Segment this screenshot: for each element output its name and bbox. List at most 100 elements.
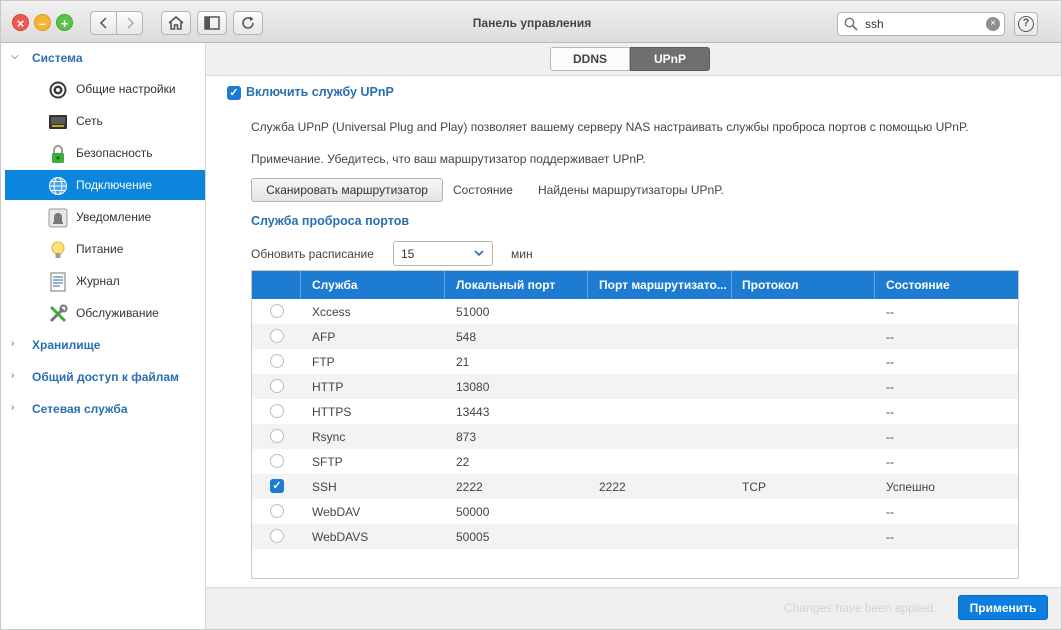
- row-checkbox[interactable]: [270, 504, 284, 518]
- back-button[interactable]: [90, 11, 117, 35]
- col-header-status[interactable]: Состояние: [886, 278, 1014, 292]
- tab-ddns[interactable]: DDNS: [550, 47, 630, 71]
- col-header-service[interactable]: Служба: [312, 278, 440, 292]
- cell-status: --: [886, 430, 894, 444]
- cell-router-port: 2222: [599, 480, 626, 494]
- column-divider: [587, 271, 588, 299]
- cell-service: HTTP: [312, 380, 344, 394]
- enable-upnp-label: Включить службу UPnP: [246, 85, 394, 99]
- sidebar-item-power[interactable]: Питание: [5, 234, 205, 264]
- table-row[interactable]: WebDAV 50000 --: [252, 499, 1018, 524]
- row-checkbox[interactable]: [270, 454, 284, 468]
- enable-upnp-checkbox[interactable]: ✓: [227, 86, 241, 100]
- table-row[interactable]: Rsync 873 --: [252, 424, 1018, 449]
- help-icon: ?: [1018, 16, 1034, 32]
- lock-icon: [52, 145, 64, 163]
- sidebar-item-general-settings[interactable]: Общие настройки: [5, 74, 205, 104]
- chevron-right-icon: [126, 17, 134, 29]
- search-icon: [844, 17, 858, 31]
- sidebar-item-security[interactable]: Безопасность: [5, 138, 205, 168]
- column-divider: [874, 271, 875, 299]
- table-row[interactable]: WebDAVS 50005 --: [252, 524, 1018, 549]
- table-row[interactable]: HTTPS 13443 --: [252, 399, 1018, 424]
- sidebar-group-system[interactable]: ⌵ Система: [1, 44, 205, 72]
- cell-service: AFP: [312, 330, 336, 344]
- minimize-window-icon[interactable]: –: [34, 14, 51, 31]
- scan-router-button[interactable]: Сканировать маршрутизатор: [251, 178, 443, 202]
- clear-search-icon[interactable]: ×: [986, 17, 1000, 31]
- sidebar-item-network[interactable]: Сеть: [5, 106, 205, 136]
- sidebar-item-connection[interactable]: Подключение: [5, 170, 205, 200]
- table-row[interactable]: SFTP 22 --: [252, 449, 1018, 474]
- table-row[interactable]: HTTP 13080 --: [252, 374, 1018, 399]
- cell-local-port: 51000: [456, 305, 490, 319]
- cell-service: Xccess: [312, 305, 351, 319]
- globe-icon: [49, 177, 67, 195]
- upnp-description: Служба UPnP (Universal Plug and Play) по…: [251, 120, 969, 134]
- sidebar-group-file-sharing[interactable]: › Общий доступ к файлам: [1, 363, 205, 391]
- schedule-select[interactable]: 15: [393, 241, 493, 266]
- row-checkbox[interactable]: [270, 329, 284, 343]
- row-checkbox[interactable]: ✓: [270, 479, 284, 493]
- schedule-unit: мин: [511, 247, 533, 261]
- close-window-icon[interactable]: ×: [12, 14, 29, 31]
- sidebar-group-label: Сетевая служба: [32, 402, 128, 416]
- reload-button[interactable]: [233, 11, 263, 35]
- chevron-right-icon: ›: [11, 338, 15, 349]
- footer-bar: Changes have been applied. Применить: [206, 587, 1061, 629]
- toggle-sidebar-button[interactable]: [197, 11, 227, 35]
- cell-service: SSH: [312, 480, 337, 494]
- cell-service: Rsync: [312, 430, 346, 444]
- forward-button[interactable]: [117, 11, 143, 35]
- table-row[interactable]: Xccess 51000 --: [252, 299, 1018, 324]
- cell-local-port: 21: [456, 355, 470, 369]
- sidebar: ⌵ Система Общие настройки Сеть Безопасно…: [1, 43, 206, 629]
- cell-service: FTP: [312, 355, 335, 369]
- table-header: Служба Локальный порт Порт маршрутизато.…: [252, 271, 1018, 299]
- sidebar-group-storage[interactable]: › Хранилище: [1, 331, 205, 359]
- cell-local-port: 13443: [456, 405, 490, 419]
- bulb-icon: [51, 241, 65, 258]
- cell-status: --: [886, 380, 894, 394]
- table-row[interactable]: FTP 21 --: [252, 349, 1018, 374]
- cell-status: --: [886, 330, 894, 344]
- cell-status: --: [886, 505, 894, 519]
- main-panel: DDNS UPnP ✓ Включить службу UPnP Служба …: [206, 43, 1061, 629]
- cell-local-port: 13080: [456, 380, 490, 394]
- row-checkbox[interactable]: [270, 529, 284, 543]
- column-divider: [444, 271, 445, 299]
- sidebar-group-network-service[interactable]: › Сетевая служба: [1, 395, 205, 423]
- sidebar-item-log[interactable]: Журнал: [5, 266, 205, 296]
- cell-local-port: 873: [456, 430, 477, 444]
- row-checkbox[interactable]: [270, 379, 284, 393]
- gear-icon: [49, 81, 67, 99]
- cell-local-port: 50005: [456, 530, 490, 544]
- maximize-window-icon[interactable]: +: [56, 14, 73, 31]
- row-checkbox[interactable]: [270, 304, 284, 318]
- help-button[interactable]: ?: [1014, 12, 1038, 36]
- row-checkbox[interactable]: [270, 429, 284, 443]
- sidebar-item-maintenance[interactable]: Обслуживание: [5, 298, 205, 328]
- row-checkbox[interactable]: [270, 404, 284, 418]
- log-icon: [50, 272, 66, 292]
- cell-service: WebDAV: [312, 505, 361, 519]
- apply-button[interactable]: Применить: [958, 595, 1048, 620]
- cell-local-port: 2222: [456, 480, 483, 494]
- reload-icon: [242, 16, 254, 29]
- chevron-down-icon: [474, 250, 484, 257]
- tab-upnp[interactable]: UPnP: [630, 47, 710, 71]
- col-header-router-port[interactable]: Порт маршрутизато...: [599, 278, 727, 292]
- status-value: Найдены маршрутизаторы UPnP.: [538, 183, 724, 197]
- col-header-local-port[interactable]: Локальный порт: [456, 278, 584, 292]
- column-divider: [300, 271, 301, 299]
- row-checkbox[interactable]: [270, 354, 284, 368]
- cell-status: Успешно: [886, 480, 935, 494]
- search-box[interactable]: ×: [837, 12, 1005, 36]
- chevron-right-icon: ›: [11, 370, 15, 381]
- col-header-protocol[interactable]: Протокол: [742, 278, 870, 292]
- sidebar-item-notification[interactable]: Уведомление: [5, 202, 205, 232]
- table-row[interactable]: ✓ SSH 2222 2222 TCP Успешно: [252, 474, 1018, 499]
- table-row[interactable]: AFP 548 --: [252, 324, 1018, 349]
- home-button[interactable]: [161, 11, 191, 35]
- search-input[interactable]: [865, 16, 983, 32]
